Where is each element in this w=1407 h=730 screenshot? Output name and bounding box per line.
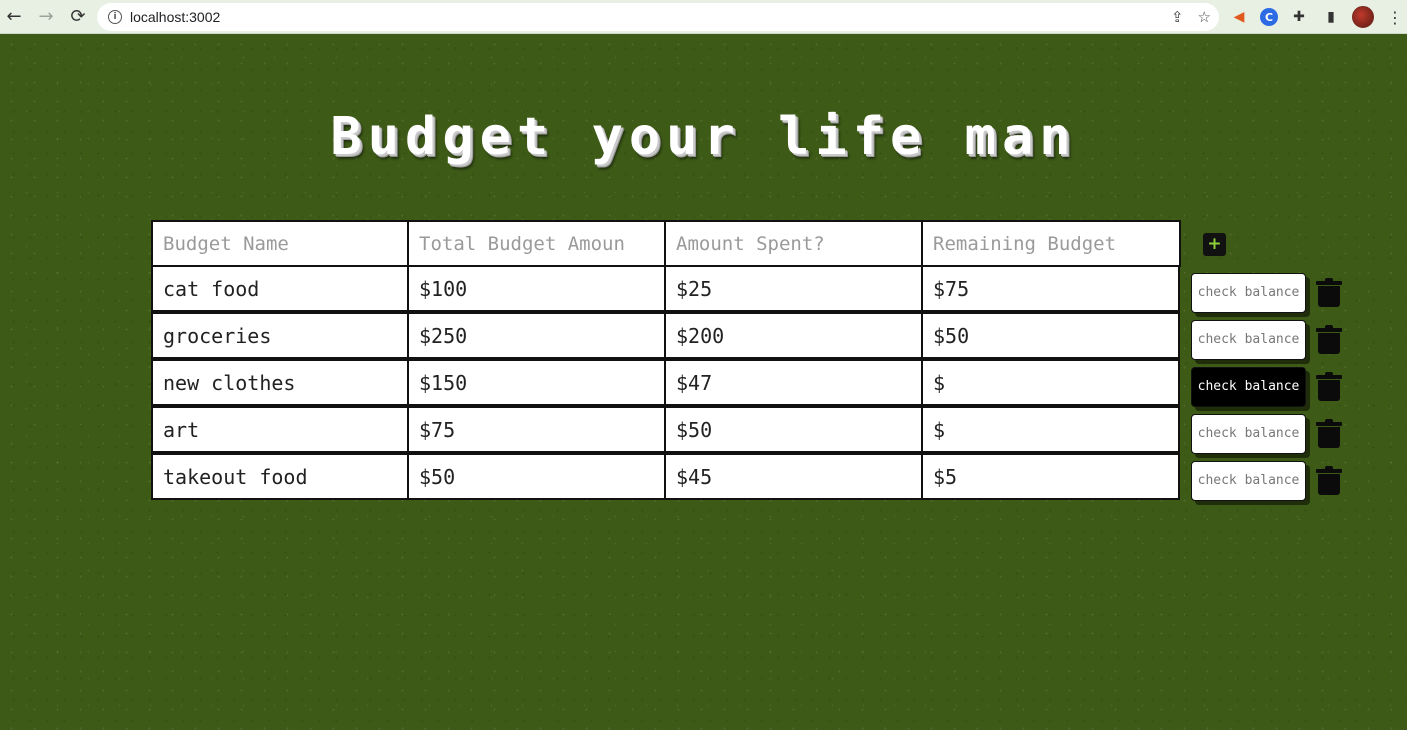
table-row: takeout food $50 $45 $5 [151,453,1181,502]
extensions-puzzle-icon[interactable]: ✚ [1288,6,1310,28]
remaining-budget-cell: $ [921,359,1180,406]
trash-icon[interactable] [1316,371,1342,402]
budget-name-cell: cat food [151,265,409,312]
kebab-menu-icon[interactable]: ⋮ [1384,6,1406,28]
remaining-budget-cell: $ [921,406,1180,453]
forward-icon[interactable]: → [32,3,60,31]
remaining-budget-cell: $5 [921,453,1180,500]
budget-name-cell: art [151,406,409,453]
budget-name-cell: takeout food [151,453,409,500]
budget-name-cell: new clothes [151,359,409,406]
amount-spent-cell: $25 [664,265,923,312]
amount-spent-cell: $50 [664,406,923,453]
table-row: groceries $250 $200 $50 [151,312,1181,361]
total-budget-cell: $150 [407,359,666,406]
trash-icon[interactable] [1316,324,1342,355]
trash-icon[interactable] [1316,277,1342,308]
side-panel-icon[interactable]: ▮ [1320,6,1342,28]
page-title: Budget your life man [330,107,1077,167]
extension-c-icon[interactable]: C [1260,8,1278,26]
megaphone-extension-icon[interactable]: ◀ [1228,6,1250,28]
site-info-icon[interactable]: i [108,10,122,24]
action-row: check balance [1191,457,1342,504]
budget-table: Budget Name Total Budget Amoun Amount Sp… [151,220,1181,502]
back-icon[interactable]: ← [0,3,28,31]
profile-avatar[interactable] [1352,6,1374,28]
table-row: art $75 $50 $ [151,406,1181,455]
url-text[interactable]: localhost:3002 [130,9,220,25]
check-balance-button[interactable]: check balance [1191,413,1306,454]
check-balance-button[interactable]: check balance [1191,460,1306,501]
budget-name-input[interactable]: Budget Name [151,220,409,267]
amount-spent-cell: $45 [664,453,923,500]
remaining-budget-cell: $50 [921,312,1180,359]
check-balance-button[interactable]: check balance [1191,319,1306,360]
trash-icon[interactable] [1316,418,1342,449]
total-budget-cell: $50 [407,453,666,500]
total-budget-cell: $100 [407,265,666,312]
amount-spent-cell: $47 [664,359,923,406]
action-row: check balance [1191,316,1342,363]
action-row: check balance [1191,363,1342,410]
remaining-budget-cell: $75 [921,265,1180,312]
budget-name-cell: groceries [151,312,409,359]
row-actions: check balance check balance check balanc… [1191,269,1342,504]
total-budget-cell: $250 [407,312,666,359]
table-row: cat food $100 $25 $75 [151,265,1181,314]
address-bar[interactable]: i localhost:3002 ⇪ ☆ [97,3,1219,31]
bookmark-star-icon[interactable]: ☆ [1198,8,1211,26]
browser-toolbar: ← → ⟳ i localhost:3002 ⇪ ☆ ◀ C ✚ ▮ ⋮ [0,0,1407,34]
total-budget-cell: $75 [407,406,666,453]
reload-icon[interactable]: ⟳ [64,3,92,31]
action-row: check balance [1191,410,1342,457]
trash-icon[interactable] [1316,465,1342,496]
action-row: check balance [1191,269,1342,316]
input-row: Budget Name Total Budget Amoun Amount Sp… [151,220,1181,267]
amount-spent-input[interactable]: Amount Spent? [664,220,923,267]
share-icon[interactable]: ⇪ [1171,8,1184,26]
check-balance-button[interactable]: check balance [1191,366,1306,407]
table-row: new clothes $150 $47 $ [151,359,1181,408]
check-balance-button[interactable]: check balance [1191,272,1306,313]
amount-spent-cell: $200 [664,312,923,359]
remaining-budget-input[interactable]: Remaining Budget [921,220,1181,267]
total-budget-input[interactable]: Total Budget Amoun [407,220,666,267]
add-budget-button[interactable]: + [1203,233,1226,256]
page-background: Budget your life man Budget Name Total B… [0,35,1407,730]
